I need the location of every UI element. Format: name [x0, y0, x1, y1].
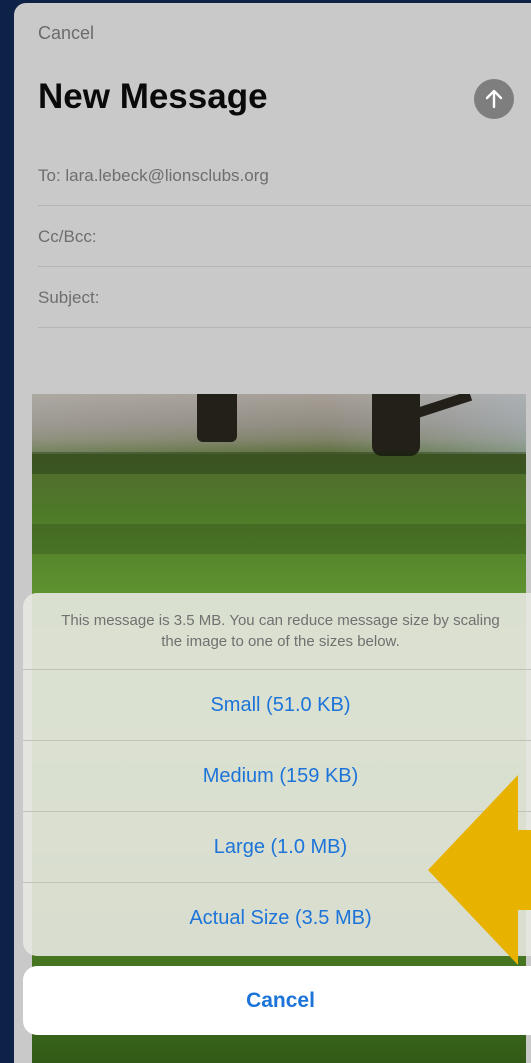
annotation-arrow-icon: [428, 775, 531, 965]
